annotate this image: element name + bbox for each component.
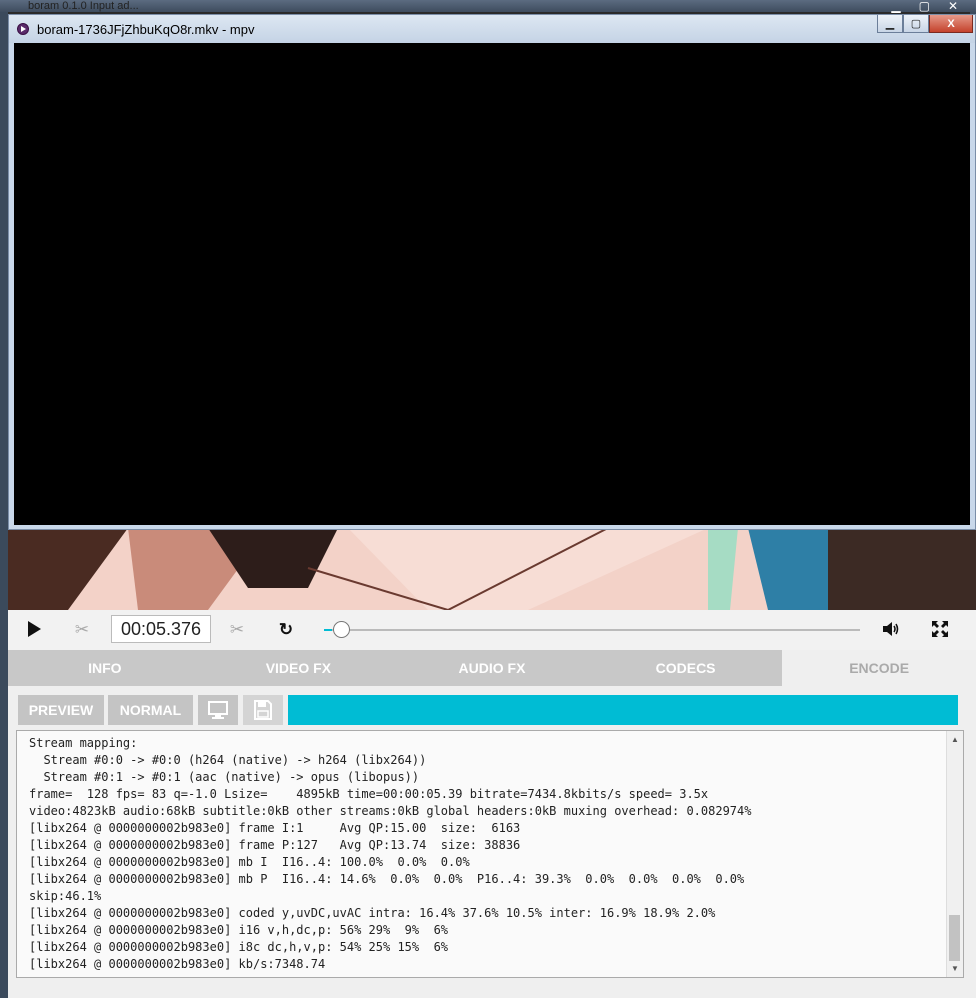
- play-icon[interactable]: [24, 620, 44, 640]
- window-border-left: [0, 12, 8, 998]
- tab-encode[interactable]: ENCODE: [782, 650, 976, 686]
- encode-log-text: Stream mapping: Stream #0:0 -> #0:0 (h26…: [29, 736, 752, 971]
- boram-titlebar: boram 0.1.0 Input ad... ▁ ▢ ✕: [0, 0, 976, 12]
- mpv-window: boram-1736JFjZhbuKqO8r.mkv - mpv ▁ ▢ X: [8, 14, 976, 530]
- scroll-up-icon[interactable]: ▲: [951, 735, 959, 744]
- tab-info[interactable]: INFO: [8, 650, 202, 686]
- seek-handle[interactable]: [333, 621, 351, 638]
- loop-icon[interactable]: ↻: [276, 620, 296, 640]
- tab-codecs[interactable]: CODECS: [588, 650, 783, 686]
- boram-minimize-button[interactable]: ▁: [891, 0, 900, 12]
- mpv-window-controls: ▁ ▢ X: [877, 15, 973, 33]
- cut-end-icon[interactable]: ✂: [227, 620, 247, 640]
- scroll-down-icon[interactable]: ▼: [951, 964, 959, 973]
- seek-bar-fill: [324, 629, 332, 631]
- mpv-video-area[interactable]: [14, 43, 970, 525]
- encode-progress-bar: [288, 695, 958, 725]
- seek-bar[interactable]: [328, 629, 860, 631]
- time-input[interactable]: 00:05.376: [111, 615, 211, 643]
- anime-frame-image: [8, 528, 976, 610]
- encode-log[interactable]: Stream mapping: Stream #0:0 -> #0:0 (h26…: [16, 730, 964, 978]
- encode-panel: PREVIEW NORMAL Stream mapping: Stream #0…: [8, 686, 976, 998]
- tab-video-fx[interactable]: VIDEO FX: [201, 650, 396, 686]
- player-controls: ✂ 00:05.376 ✂ ↻: [8, 610, 976, 650]
- boram-close-button[interactable]: ✕: [948, 0, 958, 12]
- normal-mode-button[interactable]: NORMAL: [108, 695, 193, 725]
- video-preview-frame: [8, 528, 976, 610]
- mpv-minimize-button[interactable]: ▁: [877, 15, 903, 33]
- cut-start-icon[interactable]: ✂: [72, 620, 92, 640]
- boram-title: boram 0.1.0 Input ad...: [28, 0, 139, 12]
- log-scrollbar[interactable]: ▲ ▼: [946, 731, 963, 977]
- mpv-window-title: boram-1736JFjZhbuKqO8r.mkv - mpv: [37, 22, 255, 37]
- mpv-close-button[interactable]: X: [929, 15, 973, 33]
- tab-audio-fx[interactable]: AUDIO FX: [395, 650, 589, 686]
- mpv-maximize-button[interactable]: ▢: [903, 15, 929, 33]
- mpv-logo-icon: [17, 23, 29, 35]
- boram-window-controls: ▁ ▢ ✕: [891, 0, 958, 12]
- tab-bar: INFO VIDEO FX AUDIO FX CODECS ENCODE: [8, 650, 976, 686]
- fullscreen-icon[interactable]: [930, 620, 950, 640]
- volume-icon[interactable]: [881, 620, 901, 640]
- mpv-titlebar[interactable]: boram-1736JFjZhbuKqO8r.mkv - mpv ▁ ▢ X: [9, 15, 975, 43]
- boram-maximize-button[interactable]: ▢: [919, 0, 930, 12]
- scrollbar-thumb[interactable]: [949, 915, 960, 961]
- save-icon[interactable]: [243, 695, 283, 725]
- monitor-icon[interactable]: [198, 695, 238, 725]
- preview-button[interactable]: PREVIEW: [18, 695, 104, 725]
